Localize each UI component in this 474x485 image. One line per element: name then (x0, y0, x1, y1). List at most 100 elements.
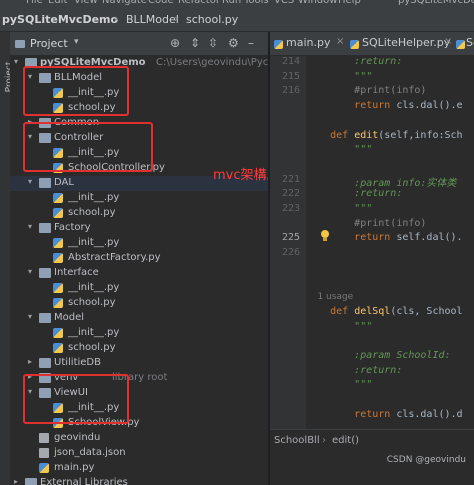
code-line: """ (306, 203, 372, 214)
watermark-text: CSDN @geovindu (386, 455, 466, 465)
tree-folder-factory[interactable]: ▾ Factory (10, 221, 268, 236)
menu-item-run[interactable]: Run (222, 0, 241, 6)
code-token: :return: (354, 188, 403, 200)
tree-file[interactable]: __init__.py (10, 191, 268, 206)
breadcrumb-folder[interactable]: BLLModel (126, 13, 179, 26)
tree-file[interactable]: __init__.py (10, 236, 268, 251)
tree-file[interactable]: __init__.py (10, 281, 268, 296)
python-file-icon (53, 253, 63, 263)
python-file-icon (456, 40, 465, 49)
code-line: #print(info) (306, 218, 426, 229)
tree-item-label: Model (54, 312, 85, 323)
chevron-down-icon[interactable]: ▾ (28, 267, 36, 276)
chevron-right-icon[interactable]: ▸ (28, 357, 36, 366)
close-icon[interactable]: × (336, 36, 344, 47)
tree-item-label: school.py (68, 297, 116, 308)
tree-file[interactable]: school.py (10, 341, 268, 356)
code-line: """ (306, 71, 372, 82)
line-number: 222 (281, 188, 300, 200)
chevron-down-icon[interactable]: ▾ (28, 177, 36, 186)
lightbulb-icon[interactable] (320, 230, 330, 242)
breadcrumb-file[interactable]: school.py (186, 13, 238, 26)
code-line: 1 usage (306, 291, 353, 302)
tab-sqlitehelper-py[interactable]: SQLiteHelper.py (362, 36, 450, 49)
panel-title[interactable]: Project (30, 37, 68, 50)
tab-main-py[interactable]: main.py (286, 36, 330, 49)
tree-file[interactable]: AbstractFactory.py (10, 251, 268, 266)
tree-item-label: __init__.py (68, 192, 120, 203)
tree-file[interactable]: geovindu (10, 431, 268, 446)
expand-all-icon[interactable]: ⇕ (190, 36, 200, 50)
menu-item-pysqlitemvcdemo[interactable]: pySQLiteMvcDemo (398, 0, 474, 6)
tree-folder-model[interactable]: ▾ Model (10, 311, 268, 326)
line-number: 214 (281, 56, 300, 67)
chevron-down-icon[interactable]: ▾ (28, 312, 36, 321)
tree-item-label: main.py (54, 462, 95, 473)
code-area[interactable]: :return: """ #print(info) return cls.dal… (306, 56, 474, 429)
menu-item-vcs[interactable]: VCS (274, 0, 294, 6)
menu-item-file[interactable]: File (26, 0, 43, 6)
menu-item-window[interactable]: Window (298, 0, 337, 6)
chevron-down-icon[interactable]: ▾ (28, 222, 36, 231)
tree-folder-interface[interactable]: ▾ Interface (10, 266, 268, 281)
highlight-box-bllmodel (23, 66, 129, 116)
chevron-down-icon[interactable]: ▾ (74, 37, 79, 47)
gear-icon[interactable]: ⚙ (228, 36, 239, 50)
code-token: edit (354, 129, 379, 141)
tree-item-label: school.py (68, 207, 116, 218)
database-file-icon (39, 433, 49, 443)
menu-item-code[interactable]: Code (148, 0, 174, 6)
breadcrumb: pySQLiteMvcDemo › BLLModel › school.py (0, 8, 474, 32)
code-editor[interactable]: 214 215 216 221 222 223 225 226 :return: """ #p… (270, 56, 474, 429)
tree-item-label: __init__.py (68, 327, 120, 338)
tree-file[interactable]: school.py (10, 206, 268, 221)
collapse-all-icon[interactable]: ⇳ (208, 36, 218, 50)
line-number-gutter: 214 215 216 221 222 223 225 226 (270, 56, 306, 429)
code-token: return (354, 408, 397, 420)
code-line: """ (306, 144, 372, 155)
tree-item-label: json_data.json (54, 447, 126, 458)
tree-folder-utilitiedb[interactable]: ▸ UtilitieDB (10, 356, 268, 371)
tab-sq[interactable]: Sq (466, 36, 474, 49)
minimize-icon[interactable]: – (248, 36, 254, 50)
target-icon[interactable]: ⊕ (170, 36, 180, 50)
tree-item-label: geovindu (54, 432, 101, 443)
tree-file[interactable]: json_data.json (10, 446, 268, 461)
status-crumb-class[interactable]: SchoolBll (274, 435, 320, 446)
menu-item-tools[interactable]: Tools (244, 0, 269, 6)
python-file-icon (53, 298, 63, 308)
tree-file[interactable]: __init__.py (10, 326, 268, 341)
close-icon[interactable]: × (444, 36, 452, 47)
code-token: #print(info) (354, 217, 427, 229)
code-token: return (354, 232, 397, 244)
tree-item-label: Factory (54, 222, 91, 233)
line-number: 221 (281, 173, 300, 185)
chevron-right-icon[interactable]: ▸ (14, 477, 22, 485)
tree-file[interactable]: school.py (10, 296, 268, 311)
menu-item-view[interactable]: View (74, 0, 98, 6)
highlight-box-controller (23, 122, 153, 172)
menu-item-navigate[interactable]: Navigate (102, 0, 147, 6)
python-file-icon (274, 40, 283, 49)
status-crumb-method[interactable]: edit() (332, 435, 359, 446)
code-line: return cls.dal().d (306, 408, 462, 420)
code-line: return cls.dal().e (306, 100, 462, 111)
code-line: def delSql(cls, School (306, 306, 462, 317)
breadcrumb-project[interactable]: pySQLiteMvcDemo (2, 13, 118, 26)
tree-file[interactable]: ▸ External Libraries (10, 476, 268, 485)
menu-item-edit[interactable]: Edit (48, 0, 67, 6)
tree-file[interactable]: main.py (10, 461, 268, 476)
line-number: 225 (281, 232, 300, 244)
code-token: :param SchoolId: (354, 350, 451, 361)
menu-item-refactor[interactable]: Refactor (178, 0, 220, 6)
chevron-down-icon[interactable]: ▾ (14, 57, 22, 66)
menu-item-help[interactable]: Help (338, 0, 361, 6)
